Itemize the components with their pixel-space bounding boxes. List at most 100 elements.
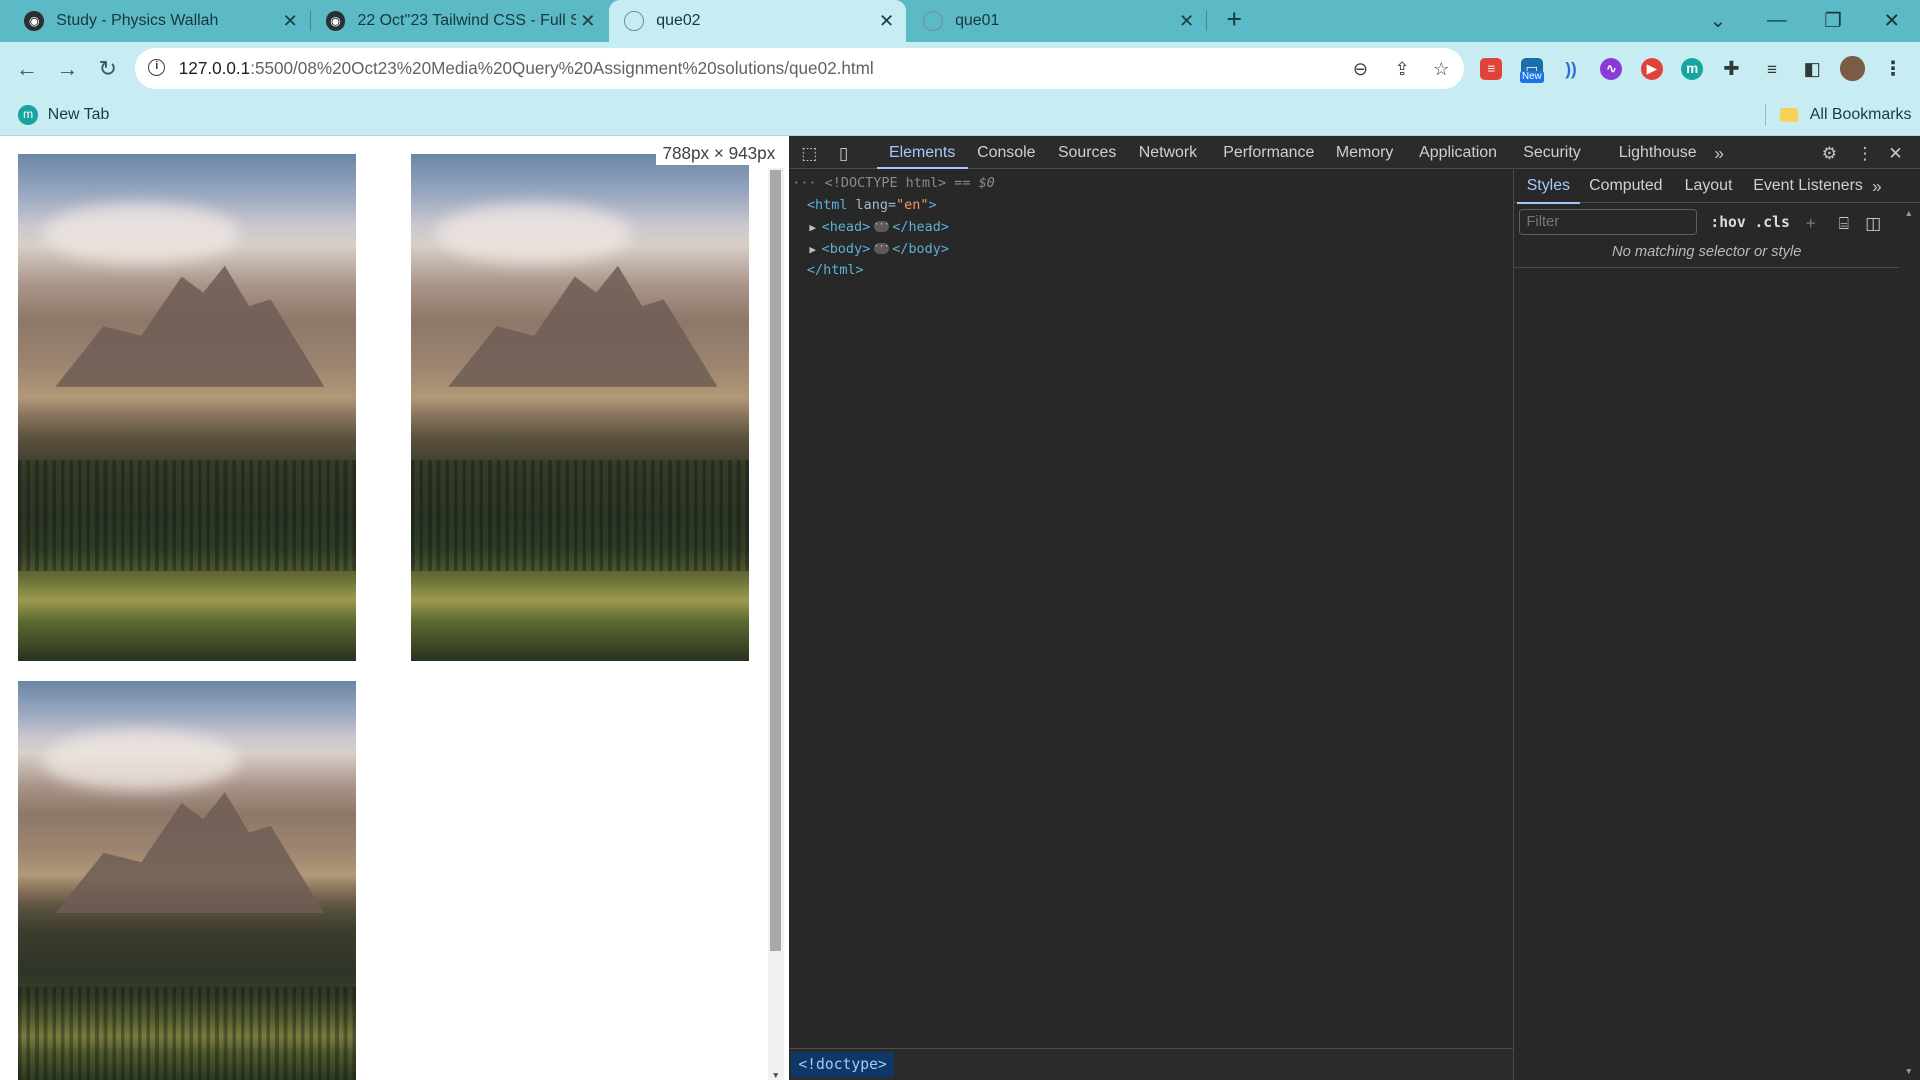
viewport-size-tag: 788px × 943px bbox=[656, 140, 782, 166]
forward-arrow-icon[interactable]: → bbox=[53, 54, 82, 83]
close-tab-icon[interactable]: ✕ bbox=[576, 10, 600, 32]
styles-tab-event-listeners[interactable]: Event Listeners bbox=[1753, 170, 1863, 203]
more-tabs-chevron-icon[interactable]: » bbox=[1707, 141, 1731, 165]
cloud-shape bbox=[42, 729, 239, 791]
styles-filter-input[interactable] bbox=[1519, 209, 1697, 236]
devtools-tab-console[interactable]: Console bbox=[977, 136, 1035, 169]
breadcrumb-doctype[interactable]: <!doctype> bbox=[791, 1051, 895, 1078]
tag-bracket: > bbox=[928, 197, 937, 213]
side-panel-icon[interactable]: ◧ bbox=[1801, 58, 1823, 80]
scroll-down-arrow-icon[interactable]: ▼ bbox=[1899, 1066, 1919, 1076]
class-toggle[interactable]: .cls bbox=[1754, 211, 1789, 235]
paint-brush-icon[interactable]: ⌸ bbox=[1832, 211, 1856, 235]
reload-icon[interactable]: ↻ bbox=[93, 54, 122, 83]
folder-icon bbox=[1780, 107, 1798, 123]
mountain-landscape-image bbox=[411, 154, 750, 662]
all-bookmarks-button[interactable]: All Bookmarks bbox=[1780, 103, 1911, 127]
mountain-landscape-image bbox=[18, 154, 357, 662]
scroll-down-arrow-icon[interactable]: ▼ bbox=[770, 1070, 781, 1080]
tab-que01[interactable]: que01 ✕ bbox=[907, 0, 1206, 42]
devtools-tab-sources[interactable]: Sources bbox=[1058, 136, 1116, 169]
styles-tab-styles[interactable]: Styles bbox=[1516, 170, 1581, 205]
restore-icon[interactable]: ❐ bbox=[1805, 0, 1861, 42]
devtools-tab-memory[interactable]: Memory bbox=[1336, 136, 1393, 169]
new-badge: New bbox=[1519, 71, 1545, 84]
devtools-tab-network[interactable]: Network bbox=[1139, 136, 1197, 169]
physics-wallah-favicon-icon: ◉ bbox=[325, 11, 346, 31]
styles-tab-layout[interactable]: Layout bbox=[1685, 170, 1733, 203]
collapsed-ellipsis-icon[interactable]: ··· bbox=[873, 221, 889, 233]
settings-gear-icon[interactable]: ⚙ bbox=[1817, 141, 1841, 165]
expand-triangle-icon[interactable]: ▶ bbox=[809, 218, 821, 238]
reading-list-icon[interactable]: ≡ bbox=[1761, 58, 1783, 80]
html-attr-value: "en" bbox=[896, 197, 929, 213]
no-match-message: No matching selector or style bbox=[1514, 244, 1899, 268]
devtools-tab-performance[interactable]: Performance bbox=[1223, 136, 1314, 169]
back-arrow-icon[interactable]: ← bbox=[12, 54, 41, 83]
m-extension-icon[interactable]: m bbox=[1681, 57, 1704, 80]
hover-state-toggle[interactable]: :hov bbox=[1710, 211, 1745, 235]
devtools-menu-kebab-icon[interactable]: ⋮ bbox=[1853, 141, 1877, 165]
close-devtools-icon[interactable]: ✕ bbox=[1883, 141, 1907, 165]
toggle-sidebar-icon[interactable]: ◫ bbox=[1861, 211, 1885, 235]
devtools-tab-lighthouse[interactable]: Lighthouse bbox=[1619, 136, 1697, 169]
extensions-puzzle-icon[interactable]: ✚ bbox=[1720, 58, 1742, 80]
device-toolbar-icon[interactable]: ▯ bbox=[831, 141, 855, 165]
tab-study-physics-wallah[interactable]: ◉ Study - Physics Wallah ✕ bbox=[0, 0, 310, 42]
close-window-icon[interactable]: ✕ bbox=[1864, 0, 1920, 42]
close-tab-icon[interactable]: ✕ bbox=[1174, 10, 1198, 32]
dom-line-html-open[interactable]: <html lang="en"> bbox=[807, 196, 937, 216]
dom-line-html-close[interactable]: </html> bbox=[807, 261, 864, 281]
body-close: </body> bbox=[892, 241, 949, 257]
todoist-extension-icon[interactable]: ≡ bbox=[1480, 57, 1503, 80]
share-icon[interactable]: ⇪ bbox=[1391, 58, 1413, 80]
inspect-element-icon[interactable]: ⬚ bbox=[797, 141, 821, 165]
tab-search-chevron-icon[interactable]: ⌄ bbox=[1690, 0, 1746, 42]
collapsed-ellipsis-icon[interactable]: ··· bbox=[873, 243, 889, 255]
scroll-up-arrow-icon[interactable]: ▲ bbox=[1899, 208, 1919, 218]
scrollbar-thumb[interactable] bbox=[770, 170, 782, 952]
styles-tab-computed[interactable]: Computed bbox=[1589, 170, 1662, 203]
profile-avatar[interactable] bbox=[1840, 56, 1865, 81]
url-text[interactable]: 127.0.0.1:5500/08%20Oct23%20Media%20Quer… bbox=[179, 58, 874, 79]
dom-tree[interactable]: ··· <!DOCTYPE html> == $0 <html lang="en… bbox=[789, 170, 1514, 1048]
close-tab-icon[interactable]: ✕ bbox=[278, 10, 302, 32]
bookmarks-bar: m New Tab All Bookmarks bbox=[0, 95, 1920, 136]
bookmark-new-tab[interactable]: m New Tab bbox=[18, 103, 109, 127]
styles-scrollbar[interactable]: ▲ ▼ bbox=[1899, 204, 1919, 1080]
devtools-tab-elements[interactable]: Elements bbox=[876, 136, 968, 169]
new-tab-plus-icon[interactable]: + bbox=[1220, 6, 1249, 35]
tab-separator bbox=[1206, 11, 1208, 31]
dom-line-head[interactable]: ▶ <head> ··· </head> bbox=[809, 218, 949, 238]
devtools-tab-security[interactable]: Security bbox=[1523, 136, 1580, 169]
video-extension-icon[interactable]: ▶ bbox=[1640, 57, 1663, 80]
dom-line-body[interactable]: ▶ <body> ··· </body> bbox=[809, 240, 949, 260]
bookmark-star-icon[interactable]: ☆ bbox=[1430, 58, 1452, 80]
site-info-icon[interactable]: i bbox=[148, 58, 166, 76]
more-styles-tabs-chevron-icon[interactable]: » bbox=[1865, 174, 1889, 198]
address-bar[interactable]: i 127.0.0.1:5500/08%20Oct23%20Media%20Qu… bbox=[134, 47, 1465, 90]
devtools-tab-application[interactable]: Application bbox=[1419, 136, 1497, 169]
menu-kebab-icon[interactable]: ⋮ bbox=[1882, 58, 1904, 80]
dom-line-doctype[interactable]: ··· <!DOCTYPE html> == $0 bbox=[792, 174, 995, 194]
forest-shape bbox=[18, 986, 357, 1080]
close-tab-icon[interactable]: ✕ bbox=[874, 10, 898, 32]
chart-extension-icon[interactable]: ∿ bbox=[1600, 57, 1623, 80]
mountain-peak-shape bbox=[448, 265, 718, 387]
zoom-out-icon[interactable]: ⊖ bbox=[1349, 58, 1371, 80]
mountain-peak-shape bbox=[55, 265, 325, 387]
html-tag-name: html bbox=[815, 197, 848, 213]
m-logo-icon: m bbox=[18, 105, 38, 125]
tab-que02[interactable]: que02 ✕ bbox=[608, 0, 907, 42]
new-style-rule-plus-icon[interactable]: + bbox=[1799, 211, 1823, 235]
styles-pane: Styles Computed Layout Event Listeners »… bbox=[1513, 170, 1920, 1080]
browser-window: ◉ Study - Physics Wallah ✕ ◉ 22 Oct''23 … bbox=[0, 0, 1920, 1080]
page-scrollbar[interactable]: ▼ bbox=[767, 167, 784, 1080]
page-viewport[interactable]: 788px × 943px ▼ bbox=[0, 135, 789, 1080]
expand-triangle-icon[interactable]: ▶ bbox=[809, 240, 821, 260]
voice-extension-icon[interactable]: )) bbox=[1560, 58, 1582, 80]
tab-tailwind-css[interactable]: ◉ 22 Oct''23 Tailwind CSS - Full Sta ✕ bbox=[311, 0, 607, 42]
bookmarks-separator bbox=[1764, 104, 1766, 127]
globe-icon bbox=[923, 11, 943, 31]
minimize-icon[interactable]: — bbox=[1749, 0, 1805, 42]
